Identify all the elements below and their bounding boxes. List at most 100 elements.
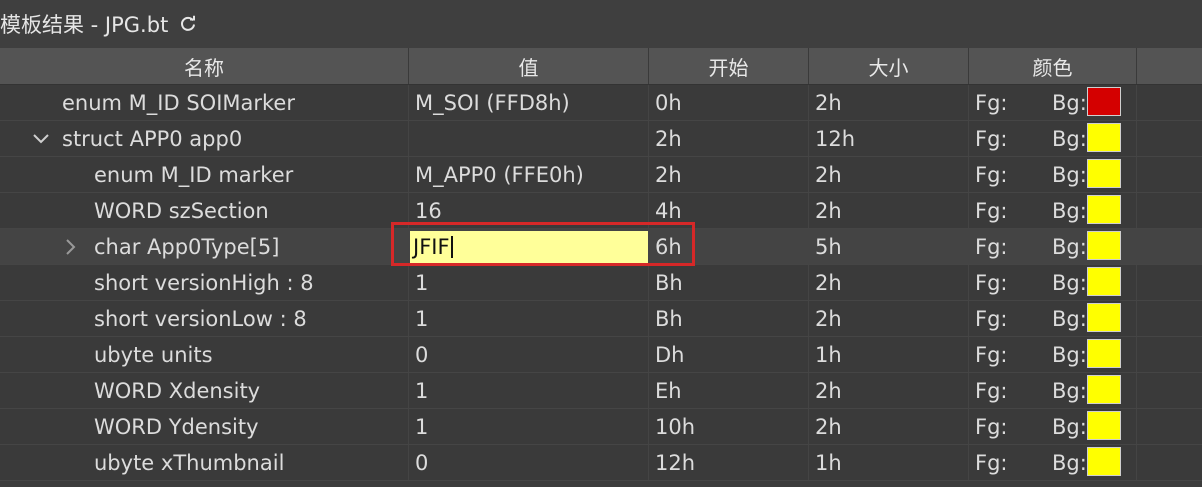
bg-color-swatch[interactable] xyxy=(1087,123,1121,152)
size-cell: 2h xyxy=(809,193,969,228)
size-cell: 2h xyxy=(809,85,969,120)
field-value: 0 xyxy=(415,342,429,367)
size-cell: 2h xyxy=(809,157,969,192)
size-cell: 1h xyxy=(809,337,969,372)
column-header-name[interactable]: 名称 xyxy=(0,48,409,84)
value-cell[interactable] xyxy=(409,121,649,156)
column-header-value[interactable]: 值 xyxy=(409,48,649,84)
name-cell: ubyte xThumbnail xyxy=(0,445,409,480)
color-cell: Fg: Bg: xyxy=(969,121,1137,156)
fg-label: Fg: xyxy=(975,414,1008,439)
column-header-size[interactable]: 大小 xyxy=(809,48,969,84)
field-value: M_APP0 (FFE0h) xyxy=(415,162,584,187)
bg-color-swatch[interactable] xyxy=(1087,159,1121,188)
color-cell: Fg: Bg: xyxy=(969,337,1137,372)
fg-label: Fg: xyxy=(975,450,1008,475)
table-row[interactable]: enum M_ID SOIMarker M_SOI (FFD8h) 0h 2h Fg: B… xyxy=(0,85,1202,121)
field-name: short versionHigh : 8 xyxy=(94,270,314,295)
table-row[interactable]: WORD szSection 16 4h 2h Fg: Bg: xyxy=(0,193,1202,229)
value-cell[interactable]: 1 xyxy=(409,301,649,336)
results-table: enum M_ID SOIMarker M_SOI (FFD8h) 0h 2h Fg: B… xyxy=(0,85,1202,481)
start-cell: Dh xyxy=(649,337,809,372)
bg-label: Bg: xyxy=(1052,126,1087,151)
color-cell: Fg: Bg: xyxy=(969,301,1137,336)
start-cell: 4h xyxy=(649,193,809,228)
field-name: short versionLow : 8 xyxy=(94,306,307,331)
column-header-start[interactable]: 开始 xyxy=(649,48,809,84)
table-row[interactable]: struct APP0 app0 2h 12h Fg: Bg: xyxy=(0,121,1202,157)
row-filler xyxy=(1137,157,1202,192)
field-name: enum M_ID SOIMarker xyxy=(62,90,295,115)
color-cell: Fg: Bg: xyxy=(969,229,1137,264)
value-cell[interactable]: 1 xyxy=(409,265,649,300)
value-edit-input[interactable]: JFIF xyxy=(410,231,648,263)
fg-label: Fg: xyxy=(975,126,1008,151)
start-cell: 6h xyxy=(649,229,809,264)
table-row[interactable]: enum M_ID marker M_APP0 (FFE0h) 2h 2h Fg: Bg: xyxy=(0,157,1202,193)
start-cell: 2h xyxy=(649,121,809,156)
value-cell[interactable]: M_APP0 (FFE0h) xyxy=(409,157,649,192)
refresh-icon[interactable] xyxy=(178,14,198,34)
chevron-down-icon[interactable] xyxy=(32,121,50,156)
field-value: 0 xyxy=(415,450,429,475)
template-results-panel: 模板结果 - JPG.bt 名称 值 开始 大小 颜色 enum M_ID SO… xyxy=(0,0,1202,487)
bg-color-swatch[interactable] xyxy=(1087,195,1121,224)
name-cell: WORD szSection xyxy=(0,193,409,228)
value-cell[interactable]: 16 xyxy=(409,193,649,228)
start-cell: Bh xyxy=(649,301,809,336)
bg-color-swatch[interactable] xyxy=(1087,375,1121,404)
table-row[interactable]: short versionHigh : 8 1 Bh 2h Fg: Bg: xyxy=(0,265,1202,301)
table-row[interactable]: ubyte xThumbnail 0 12h 1h Fg: Bg: xyxy=(0,445,1202,481)
table-row[interactable]: ubyte units 0 Dh 1h Fg: Bg: xyxy=(0,337,1202,373)
value-cell[interactable]: 0 xyxy=(409,445,649,480)
bg-color-swatch[interactable] xyxy=(1087,411,1121,440)
bg-color-swatch[interactable] xyxy=(1087,339,1121,368)
field-value: 16 xyxy=(415,198,442,223)
start-cell: 12h xyxy=(649,445,809,480)
row-filler xyxy=(1137,337,1202,372)
color-cell: Fg: Bg: xyxy=(969,445,1137,480)
row-filler xyxy=(1137,301,1202,336)
start-cell: 0h xyxy=(649,85,809,120)
field-name: WORD szSection xyxy=(94,198,269,223)
field-name: ubyte units xyxy=(94,342,213,367)
start-cell: Bh xyxy=(649,265,809,300)
color-cell: Fg: Bg: xyxy=(969,85,1137,120)
text-caret xyxy=(450,236,453,258)
size-cell: 2h xyxy=(809,373,969,408)
table-row[interactable]: WORD Ydensity 1 10h 2h Fg: Bg: xyxy=(0,409,1202,445)
fg-label: Fg: xyxy=(975,234,1008,259)
field-name: WORD Xdensity xyxy=(94,378,261,403)
start-cell: 10h xyxy=(649,409,809,444)
bg-label: Bg: xyxy=(1052,450,1087,475)
panel-title: 模板结果 - JPG.bt xyxy=(0,13,169,37)
value-cell[interactable]: 1 xyxy=(409,409,649,444)
table-row[interactable]: WORD Xdensity 1 Eh 2h Fg: Bg: xyxy=(0,373,1202,409)
value-cell[interactable]: 0 xyxy=(409,337,649,372)
bg-label: Bg: xyxy=(1052,162,1087,187)
bg-label: Bg: xyxy=(1052,306,1087,331)
bg-color-swatch[interactable] xyxy=(1087,87,1121,116)
field-name: ubyte xThumbnail xyxy=(94,450,285,475)
bg-color-swatch[interactable] xyxy=(1087,267,1121,296)
value-cell[interactable]: M_SOI (FFD8h) xyxy=(409,85,649,120)
bg-label: Bg: xyxy=(1052,270,1087,295)
fg-label: Fg: xyxy=(975,90,1008,115)
edit-input-text: JFIF xyxy=(413,235,450,259)
field-value: 1 xyxy=(415,270,429,295)
bg-label: Bg: xyxy=(1052,414,1087,439)
row-filler xyxy=(1137,229,1202,264)
bg-color-swatch[interactable] xyxy=(1087,231,1121,260)
value-cell[interactable]: 1 xyxy=(409,373,649,408)
bg-label: Bg: xyxy=(1052,90,1087,115)
bg-color-swatch[interactable] xyxy=(1087,447,1121,476)
row-filler xyxy=(1137,373,1202,408)
table-row[interactable]: short versionLow : 8 1 Bh 2h Fg: Bg: xyxy=(0,301,1202,337)
field-name: enum M_ID marker xyxy=(94,162,294,187)
row-filler xyxy=(1137,265,1202,300)
bg-color-swatch[interactable] xyxy=(1087,303,1121,332)
table-row[interactable]: char App0Type[5] 6h 5h Fg: Bg: JFIF xyxy=(0,229,1202,265)
chevron-right-icon[interactable] xyxy=(64,229,76,264)
column-header-color[interactable]: 颜色 xyxy=(969,48,1137,84)
column-header-filler xyxy=(1137,48,1202,84)
